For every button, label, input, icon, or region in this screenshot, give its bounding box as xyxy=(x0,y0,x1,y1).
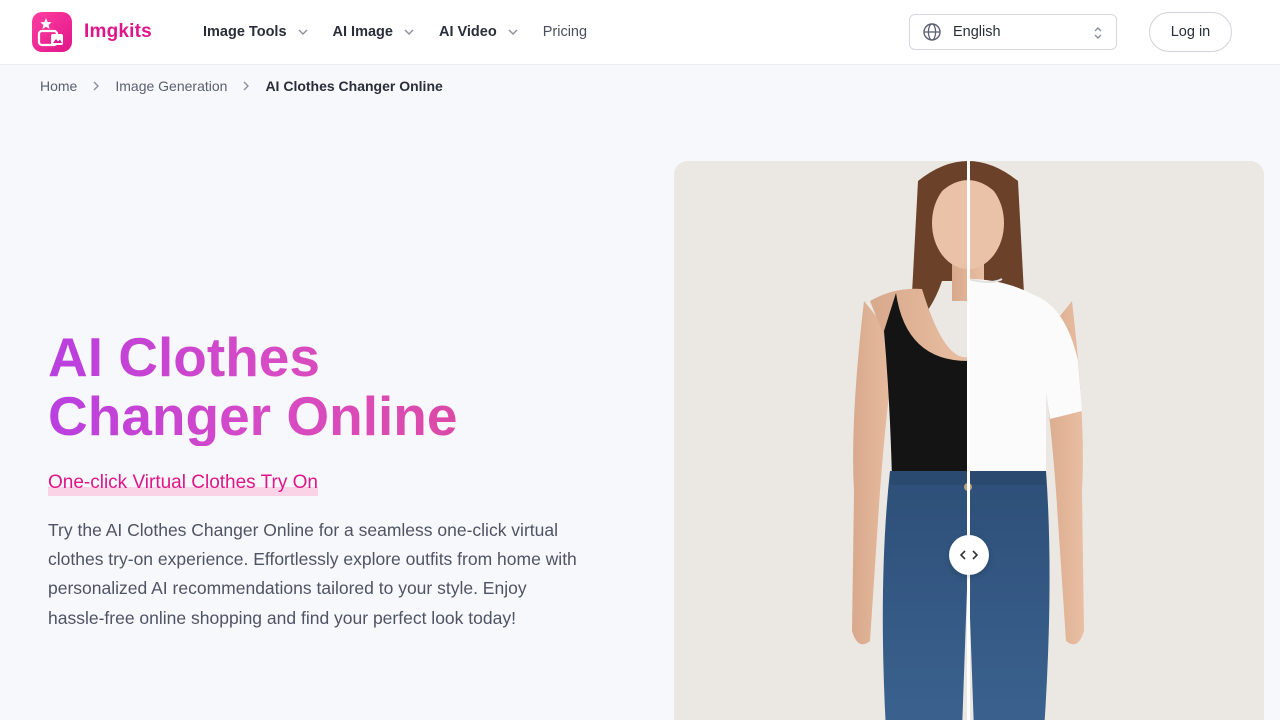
imgkits-logo-icon xyxy=(32,12,72,52)
nav-label: AI Video xyxy=(438,24,497,40)
breadcrumb: Home Image Generation AI Clothes Changer… xyxy=(40,78,443,94)
chevron-down-icon xyxy=(404,29,414,35)
nav-label: AI Image xyxy=(332,24,393,40)
select-updown-icon xyxy=(1094,27,1102,39)
breadcrumb-image-generation[interactable]: Image Generation xyxy=(115,78,227,94)
breadcrumb-current: AI Clothes Changer Online xyxy=(265,78,443,94)
chevron-down-icon xyxy=(508,29,518,35)
brand-logo[interactable]: Imgkits xyxy=(32,12,152,52)
nav-image-tools[interactable]: Image Tools xyxy=(203,24,309,40)
nav-label: Pricing xyxy=(542,24,588,40)
before-after-compare[interactable] xyxy=(674,161,1264,720)
nav-ai-video[interactable]: AI Video xyxy=(439,24,519,40)
title-line-1: AI Clothes xyxy=(48,326,320,388)
language-value: English xyxy=(953,24,1001,40)
hero-subtitle: One-click Virtual Clothes Try On xyxy=(48,472,318,496)
nav-pricing[interactable]: Pricing xyxy=(543,24,587,40)
nav-ai-image[interactable]: AI Image xyxy=(333,24,415,40)
language-select[interactable]: English xyxy=(909,14,1117,50)
login-button[interactable]: Log in xyxy=(1149,12,1232,52)
breadcrumb-home[interactable]: Home xyxy=(40,78,77,94)
globe-icon xyxy=(923,23,941,41)
page-title: AI Clothes Changer Online xyxy=(48,328,608,446)
chevron-right-icon xyxy=(243,81,250,91)
chevron-down-icon xyxy=(298,29,308,35)
brand-name: Imgkits xyxy=(84,21,152,42)
hero-description: Try the AI Clothes Changer Online for a … xyxy=(48,520,577,628)
main-nav: Image Tools AI Image AI Video Pricing xyxy=(203,0,611,64)
compare-slider-handle[interactable] xyxy=(949,535,989,575)
nav-label: Image Tools xyxy=(203,24,287,40)
title-line-2: Changer Online xyxy=(48,385,458,447)
chevron-left-right-icon xyxy=(959,550,979,560)
chevron-right-icon xyxy=(93,81,100,91)
top-header: Imgkits Image Tools AI Image AI Video Pr… xyxy=(0,0,1280,65)
compare-divider[interactable] xyxy=(967,161,970,720)
